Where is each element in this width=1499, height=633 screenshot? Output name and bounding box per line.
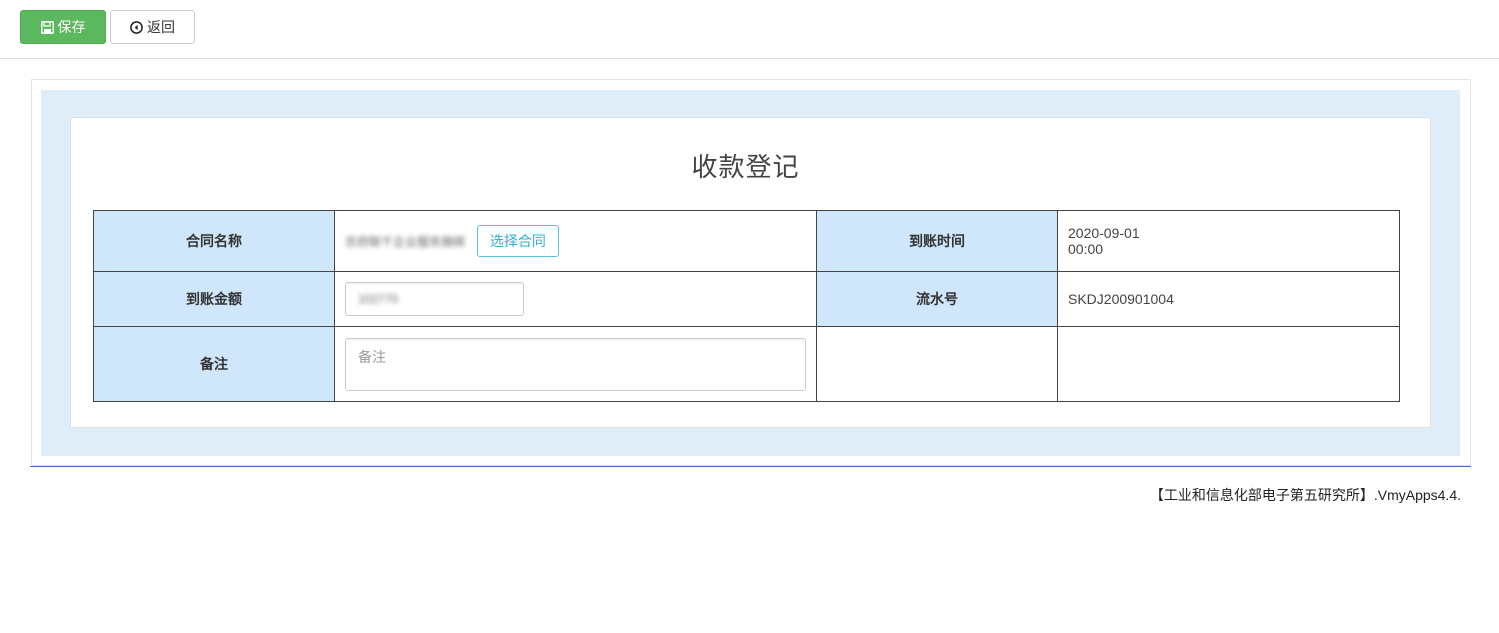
payment-form-table: 合同名称 京府联千企业服务捆绑 选择合同 到账时间 2020-09-01 00:… [93, 210, 1400, 402]
save-button[interactable]: 保存 [20, 10, 106, 44]
empty-cell-1 [816, 326, 1058, 402]
arrival-time-label: 到账时间 [816, 210, 1058, 272]
amount-value: 102770 [358, 292, 399, 306]
serial-number-value: SKDJ200901004 [1057, 271, 1400, 327]
floppy-disk-icon [40, 20, 54, 34]
footer-copyright: 【工业和信息化部电子第五研究所】.VmyApps4.4. [1149, 487, 1461, 503]
form-row-remark: 备注 备注 [93, 326, 1400, 402]
page-title: 收款登记 [691, 152, 800, 182]
footer-divider [30, 466, 1471, 467]
amount-cell: 102770 [334, 271, 817, 327]
amount-label: 到账金额 [93, 271, 335, 327]
circle-arrow-left-icon [130, 20, 143, 34]
amount-input[interactable]: 102770 [345, 282, 524, 316]
remark-label: 备注 [93, 326, 335, 402]
contract-name-value: 京府联千企业服务捆绑 [345, 234, 466, 249]
remark-cell: 备注 [334, 326, 817, 402]
remark-textarea[interactable]: 备注 [345, 337, 806, 391]
empty-cell-2 [1057, 326, 1400, 402]
toolbar: 保存 返回 [0, 0, 1499, 59]
select-contract-button[interactable]: 选择合同 [476, 225, 559, 257]
contract-name-label: 合同名称 [93, 210, 335, 272]
contract-name-cell: 京府联千企业服务捆绑 选择合同 [334, 210, 817, 272]
save-button-label: 保存 [57, 19, 86, 35]
back-button[interactable]: 返回 [110, 10, 195, 44]
arrival-clock: 00:00 [1068, 241, 1104, 257]
arrival-date: 2020-09-01 [1068, 225, 1140, 241]
form-row-amount: 到账金额 102770 流水号 SKDJ200901004 [93, 271, 1400, 327]
back-button-label: 返回 [147, 19, 175, 35]
form-row-contract: 合同名称 京府联千企业服务捆绑 选择合同 到账时间 2020-09-01 00:… [93, 210, 1400, 272]
arrival-time-cell[interactable]: 2020-09-01 00:00 [1057, 210, 1400, 272]
serial-number-label: 流水号 [816, 271, 1058, 327]
